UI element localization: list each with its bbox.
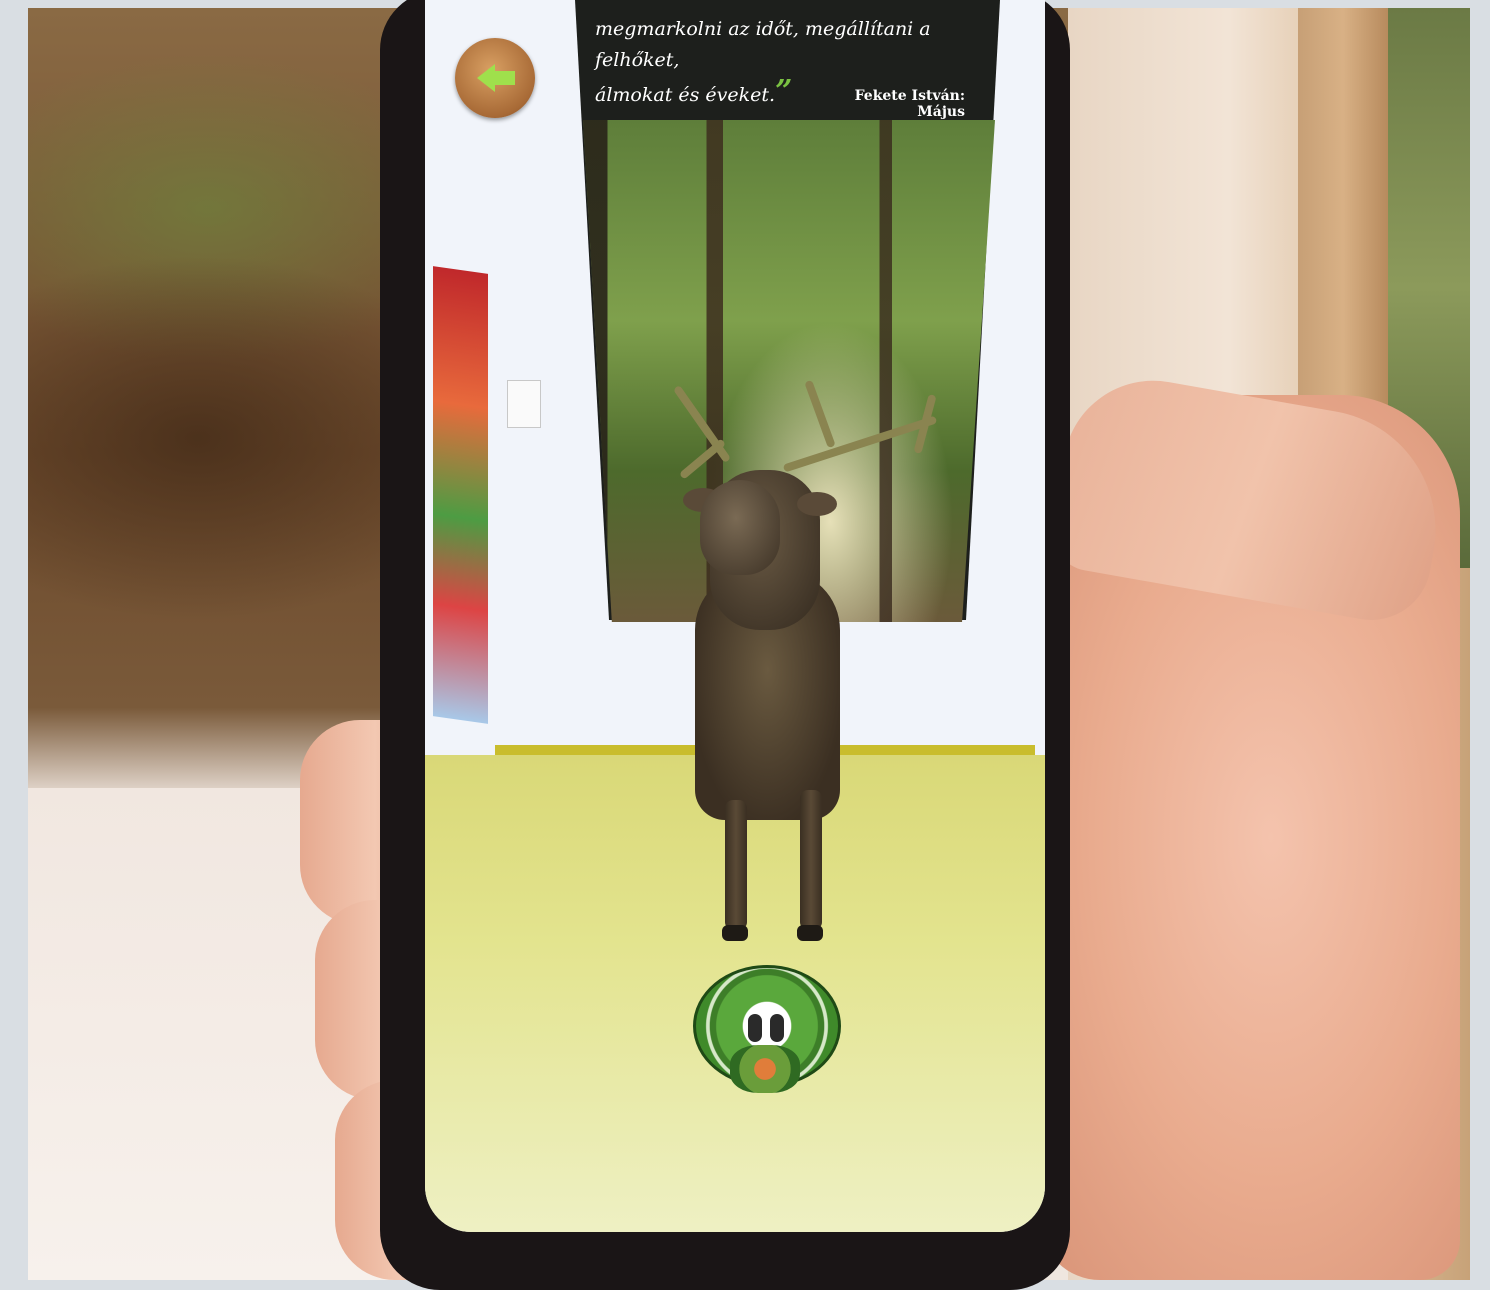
deer-ear-right [797,492,837,516]
deer-leg-left [725,800,747,930]
deer-hoof-right [797,925,823,941]
ar-marker-badge [730,1045,800,1093]
deer-hoof-left [722,925,748,941]
ar-marker-eye-left [748,1014,762,1042]
ar-poster [433,266,488,724]
phone-screen: megmarkolni az időt, megállítani a felhő… [425,0,1045,1232]
quote-author: Fekete István: Május [854,88,965,120]
deer-head [700,480,780,575]
back-button[interactable] [455,38,535,118]
quote-line-1: megmarkolni az időt, megállítani a felhő… [595,18,931,71]
light-switch [507,380,541,428]
deer-leg-right [800,790,822,930]
arrow-left-icon-tail [493,71,515,85]
quote-close-mark: ” [775,74,793,109]
quote-line-2: álmokat és éveket. [595,84,776,106]
ar-marker-eye-right [770,1014,784,1042]
